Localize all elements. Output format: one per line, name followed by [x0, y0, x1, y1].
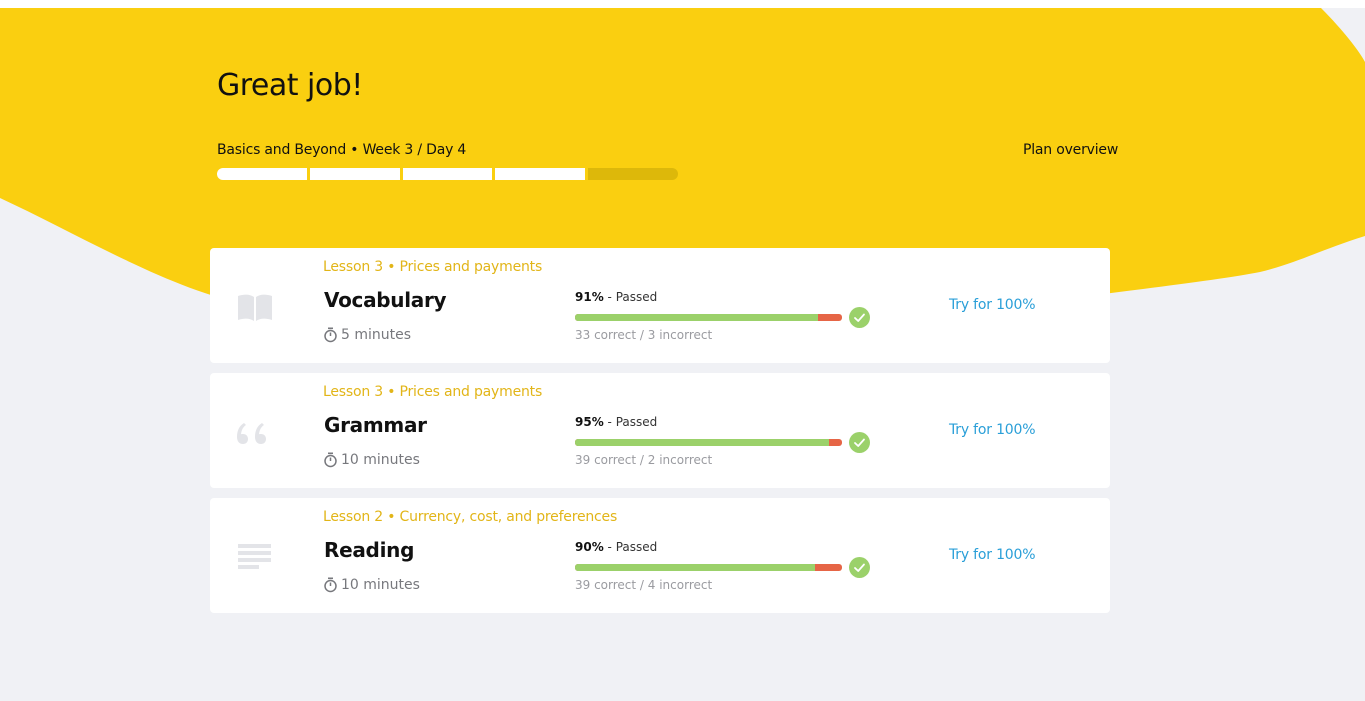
progress-segment: [402, 168, 493, 180]
book-icon: [238, 294, 272, 321]
progress-segment: [309, 168, 400, 180]
timer-icon: [324, 452, 337, 468]
answer-counts: 33 correct / 3 incorrect: [575, 328, 713, 342]
score-percent: 90%: [575, 540, 604, 554]
lesson-subtitle: Lesson 2 • Currency, cost, and preferenc…: [323, 509, 618, 525]
plan-progress-bar: [217, 168, 678, 180]
score-line: 90% - Passed: [575, 540, 657, 554]
score-bar: [575, 314, 842, 321]
page-title: Great job!: [217, 68, 363, 103]
lesson-subtitle: Lesson 3 • Prices and payments: [323, 384, 543, 400]
score-status: - Passed: [603, 540, 658, 554]
answer-counts: 39 correct / 2 incorrect: [575, 453, 713, 467]
score-bar-fill: [575, 439, 829, 446]
lesson-card-vocabulary: Lesson 3 • Prices and payments Vocabular…: [210, 248, 1110, 363]
lesson-card-reading: Lesson 2 • Currency, cost, and preferenc…: [210, 498, 1110, 613]
exercise-name: Reading: [324, 538, 415, 562]
timer-icon: [324, 327, 337, 343]
progress-segment: [495, 168, 586, 180]
try-for-100-button[interactable]: Try for 100%: [949, 297, 1036, 313]
try-for-100-button[interactable]: Try for 100%: [949, 422, 1036, 438]
progress-segment: [588, 168, 678, 180]
exercise-name: Grammar: [324, 413, 427, 437]
score-bar-fill: [575, 314, 818, 321]
score-line: 95% - Passed: [575, 415, 657, 429]
check-icon: [849, 307, 870, 328]
exercise-duration: 5 minutes: [323, 327, 411, 343]
lesson-subtitle: Lesson 3 • Prices and payments: [323, 259, 543, 275]
score-bar-fill: [575, 564, 816, 571]
exercise-duration: 10 minutes: [323, 577, 420, 593]
plan-name: Basics and Beyond • Week 3 / Day 4: [217, 142, 467, 158]
progress-segment: [217, 168, 307, 180]
exercise-duration: 10 minutes: [323, 452, 420, 468]
duration-text: 10 minutes: [341, 452, 420, 468]
timer-icon: [324, 577, 337, 593]
score-status: - Passed: [603, 290, 658, 304]
score-percent: 95%: [575, 415, 604, 429]
score-bar: [575, 564, 842, 571]
text-lines-icon: [238, 544, 271, 569]
quote-icon: [237, 423, 266, 444]
lesson-card-grammar: Lesson 3 • Prices and payments Grammar 1…: [210, 373, 1110, 488]
answer-counts: 39 correct / 4 incorrect: [575, 578, 713, 592]
score-bar: [575, 439, 842, 446]
duration-text: 10 minutes: [341, 577, 420, 593]
score-percent: 91%: [575, 290, 604, 304]
exercise-name: Vocabulary: [324, 288, 447, 312]
check-icon: [849, 557, 870, 578]
score-status: - Passed: [603, 415, 658, 429]
check-icon: [849, 432, 870, 453]
try-for-100-button[interactable]: Try for 100%: [949, 547, 1036, 563]
score-line: 91% - Passed: [575, 290, 657, 304]
duration-text: 5 minutes: [341, 327, 412, 343]
plan-overview-link[interactable]: Plan overview: [1023, 142, 1118, 158]
